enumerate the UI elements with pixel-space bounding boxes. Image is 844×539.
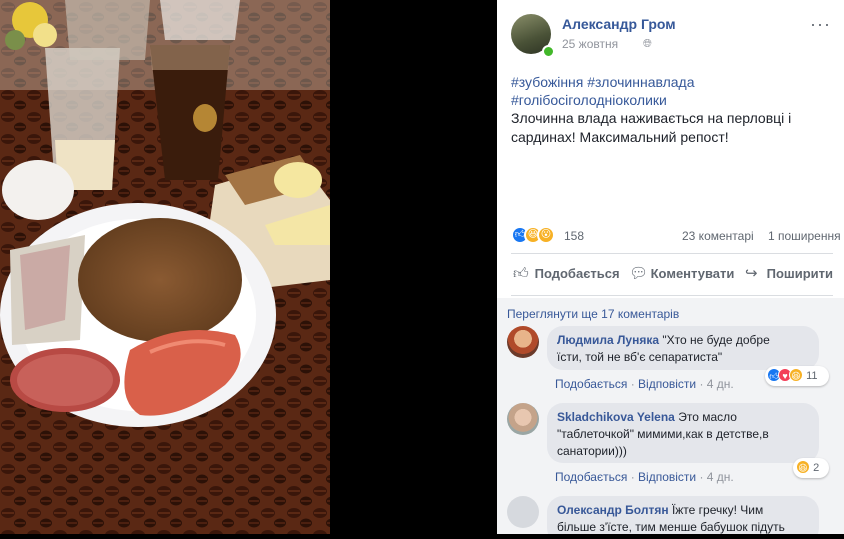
comment-text: Это масло bbox=[678, 410, 737, 424]
comment-count[interactable]: 23 коментарі bbox=[682, 229, 754, 243]
share-label: Поширити bbox=[766, 266, 834, 281]
comment-button[interactable]: 💬︎ Коментувати bbox=[629, 260, 734, 288]
more-options-icon[interactable]: ··· bbox=[810, 14, 831, 35]
post-header: Александр Гром 25 жовтня 🌐︎ ··· bbox=[511, 14, 831, 58]
post-hashtags: #зубожіння #злочиннавлада #голібосіголод… bbox=[511, 73, 831, 109]
post-stats: 👍︎ 😆︎ 😮︎ 158 23 коментарі 1 поширення bbox=[511, 226, 841, 246]
comment-bubble: Skladchikova Yelena Это масло "таблеточк… bbox=[547, 403, 819, 463]
thumbs-up-icon: 👍︎ bbox=[513, 265, 529, 282]
comment-bubble: Олександр Болтян Їжте гречку! Чим більше… bbox=[547, 496, 819, 534]
commenter-avatar[interactable] bbox=[507, 496, 539, 528]
post-photo[interactable] bbox=[0, 0, 497, 534]
post-text: Злочинна влада наживається на перловці і… bbox=[511, 110, 792, 145]
online-status-icon bbox=[542, 45, 555, 58]
food-photo bbox=[0, 0, 497, 534]
comment-bubble: Людмила Луняка "Хто не буде добре їсти, … bbox=[547, 326, 819, 370]
view-more-comments-link[interactable]: Переглянути ще 17 коментарів bbox=[507, 307, 679, 321]
comment-reaction-count: 2 bbox=[813, 462, 820, 474]
comment-text: санатории))) bbox=[557, 444, 627, 458]
share-button[interactable]: ↪ Поширити bbox=[745, 260, 833, 288]
comment-reaction-count: 11 bbox=[806, 370, 818, 382]
share-count[interactable]: 1 поширення bbox=[768, 229, 841, 243]
author-name[interactable]: Александр Гром bbox=[562, 16, 676, 32]
comment-like-link[interactable]: Подобається bbox=[555, 377, 627, 391]
divider bbox=[511, 253, 833, 254]
comment-text: "таблеточкой" мимими,как в детстве,в bbox=[557, 427, 769, 441]
wow-reaction-icon[interactable]: 😮︎ bbox=[537, 226, 555, 244]
post-panel: Александр Гром 25 жовтня 🌐︎ ··· #зубожін… bbox=[497, 0, 844, 534]
commenter-avatar[interactable] bbox=[507, 326, 539, 358]
hashtag-line[interactable]: #зубожіння #злочиннавлада bbox=[511, 73, 831, 91]
comment-age[interactable]: 4 дн. bbox=[707, 470, 734, 484]
like-button[interactable]: 👍︎ Подобається bbox=[513, 260, 620, 288]
comment-reply-link[interactable]: Відповісти bbox=[638, 470, 696, 484]
comment-text: Їжте гречку! Чим bbox=[671, 503, 764, 517]
comment-meta: Подобається · Відповісти · 4 дн. bbox=[555, 377, 734, 391]
comment-like-link[interactable]: Подобається bbox=[555, 470, 627, 484]
haha-reaction-icon: 😆︎ bbox=[796, 460, 810, 475]
commenter-name[interactable]: Олександр Болтян bbox=[557, 503, 669, 517]
post-actions: 👍︎ Подобається 💬︎ Коментувати ↪ Поширити bbox=[511, 260, 836, 288]
globe-icon: 🌐︎ bbox=[643, 38, 652, 50]
post-date[interactable]: 25 жовтня bbox=[562, 37, 618, 51]
comment-age[interactable]: 4 дн. bbox=[707, 377, 734, 391]
haha-reaction-icon: 😆︎ bbox=[789, 368, 803, 383]
commenter-name[interactable]: Skladchikova Yelena bbox=[557, 410, 675, 424]
like-label: Подобається bbox=[534, 266, 620, 281]
commenter-name[interactable]: Людмила Луняка bbox=[557, 333, 659, 347]
commenter-avatar[interactable] bbox=[507, 403, 539, 435]
divider bbox=[511, 295, 833, 296]
hashtag-line[interactable]: #голібосіголодніоколики bbox=[511, 91, 831, 109]
comment-reactions[interactable]: 😆︎ 2 bbox=[793, 458, 829, 478]
comment-text: більше з'їсте, тим менше бабушок підуть bbox=[557, 520, 785, 534]
comment-text: "Хто не буде добре bbox=[662, 333, 770, 347]
comment-meta: Подобається · Відповісти · 4 дн. bbox=[555, 470, 734, 484]
comment-label: Коментувати bbox=[650, 266, 735, 281]
share-arrow-icon: ↪ bbox=[745, 265, 758, 282]
comment-text: їсти, той не вб'є сепаратиста" bbox=[557, 350, 723, 364]
speech-bubble-icon: 💬︎ bbox=[629, 265, 649, 282]
reaction-count[interactable]: 158 bbox=[564, 229, 584, 243]
comment-reply-link[interactable]: Відповісти bbox=[638, 377, 696, 391]
comment-reactions[interactable]: 👍︎ ♥ 😆︎ 11 bbox=[765, 366, 829, 386]
